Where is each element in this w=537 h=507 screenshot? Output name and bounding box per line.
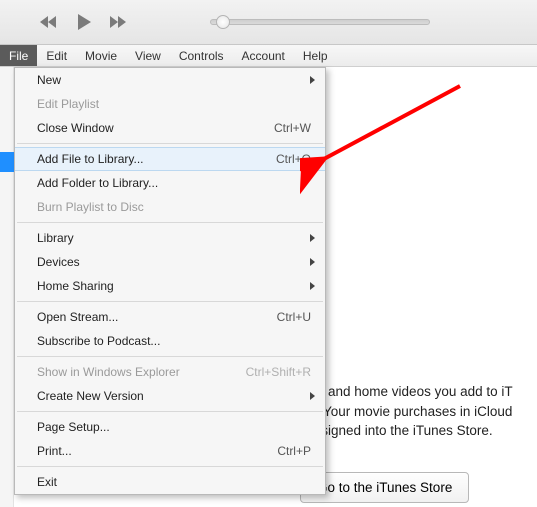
shortcut-text: Ctrl+W — [274, 121, 311, 135]
menuitem-subscribe[interactable]: Subscribe to Podcast... — [15, 329, 325, 353]
menuitem-add-folder[interactable]: Add Folder to Library... — [15, 171, 325, 195]
menu-movie[interactable]: Movie — [76, 45, 126, 66]
menuitem-label: Burn Playlist to Disc — [37, 200, 144, 214]
body-line: y. Your movie purchases in iCloud — [310, 404, 512, 419]
seek-slider[interactable] — [210, 19, 430, 25]
menu-separator — [17, 356, 323, 357]
menuitem-label: Subscribe to Podcast... — [37, 334, 160, 348]
menuitem-add-file[interactable]: Add File to Library... Ctrl+O — [15, 147, 325, 171]
menuitem-devices[interactable]: Devices — [15, 250, 325, 274]
menuitem-print[interactable]: Print... Ctrl+P — [15, 439, 325, 463]
menuitem-label: Close Window — [37, 121, 114, 135]
menuitem-page-setup[interactable]: Page Setup... — [15, 415, 325, 439]
menubar: File Edit Movie View Controls Account He… — [0, 45, 537, 67]
menuitem-close-window[interactable]: Close Window Ctrl+W — [15, 116, 325, 140]
menuitem-burn: Burn Playlist to Disc — [15, 195, 325, 219]
menuitem-label: Show in Windows Explorer — [37, 365, 180, 379]
menu-controls[interactable]: Controls — [170, 45, 233, 66]
sidebar-selection — [0, 152, 14, 172]
body-line: e signed into the iTunes Store. — [310, 423, 493, 438]
shortcut-text: Ctrl+Shift+R — [246, 365, 311, 379]
menu-help[interactable]: Help — [294, 45, 337, 66]
menuitem-label: Add Folder to Library... — [37, 176, 158, 190]
submenu-arrow-icon — [310, 282, 315, 290]
menuitem-home-sharing[interactable]: Home Sharing — [15, 274, 325, 298]
menu-separator — [17, 143, 323, 144]
menuitem-label: Exit — [37, 475, 57, 489]
sidebar — [0, 67, 14, 507]
menu-file[interactable]: File — [0, 45, 37, 66]
menu-account[interactable]: Account — [233, 45, 294, 66]
page-description: es and home videos you add to iT y. Your… — [310, 382, 531, 441]
menuitem-label: Add File to Library... — [37, 152, 144, 166]
menu-separator — [17, 466, 323, 467]
seek-thumb[interactable] — [216, 15, 230, 29]
menuitem-open-stream[interactable]: Open Stream... Ctrl+U — [15, 305, 325, 329]
file-menu-dropdown: New Edit Playlist Close Window Ctrl+W Ad… — [14, 67, 326, 495]
menuitem-show-explorer: Show in Windows Explorer Ctrl+Shift+R — [15, 360, 325, 384]
menuitem-label: Create New Version — [37, 389, 144, 403]
submenu-arrow-icon — [310, 234, 315, 242]
shortcut-text: Ctrl+O — [276, 152, 311, 166]
menu-separator — [17, 301, 323, 302]
submenu-arrow-icon — [310, 258, 315, 266]
menuitem-edit-playlist: Edit Playlist — [15, 92, 325, 116]
menuitem-label: Home Sharing — [37, 279, 114, 293]
prev-track-icon[interactable] — [38, 14, 60, 30]
submenu-arrow-icon — [310, 76, 315, 84]
body-line: es and home videos you add to iT — [310, 384, 513, 399]
playback-controls — [38, 12, 130, 32]
shortcut-text: Ctrl+U — [277, 310, 311, 324]
menuitem-label: Edit Playlist — [37, 97, 99, 111]
menuitem-label: Page Setup... — [37, 420, 110, 434]
menuitem-label: Library — [37, 231, 74, 245]
submenu-arrow-icon — [310, 392, 315, 400]
playback-toolbar — [0, 0, 537, 45]
play-icon[interactable] — [74, 12, 94, 32]
menu-separator — [17, 411, 323, 412]
menu-edit[interactable]: Edit — [37, 45, 76, 66]
menuitem-new[interactable]: New — [15, 68, 325, 92]
menuitem-label: New — [37, 73, 61, 87]
menuitem-label: Print... — [37, 444, 72, 458]
menu-separator — [17, 222, 323, 223]
menuitem-exit[interactable]: Exit — [15, 470, 325, 494]
shortcut-text: Ctrl+P — [277, 444, 311, 458]
menuitem-library[interactable]: Library — [15, 226, 325, 250]
menuitem-label: Open Stream... — [37, 310, 118, 324]
menuitem-label: Devices — [37, 255, 80, 269]
next-track-icon[interactable] — [108, 14, 130, 30]
menuitem-create-version[interactable]: Create New Version — [15, 384, 325, 408]
menu-view[interactable]: View — [126, 45, 170, 66]
